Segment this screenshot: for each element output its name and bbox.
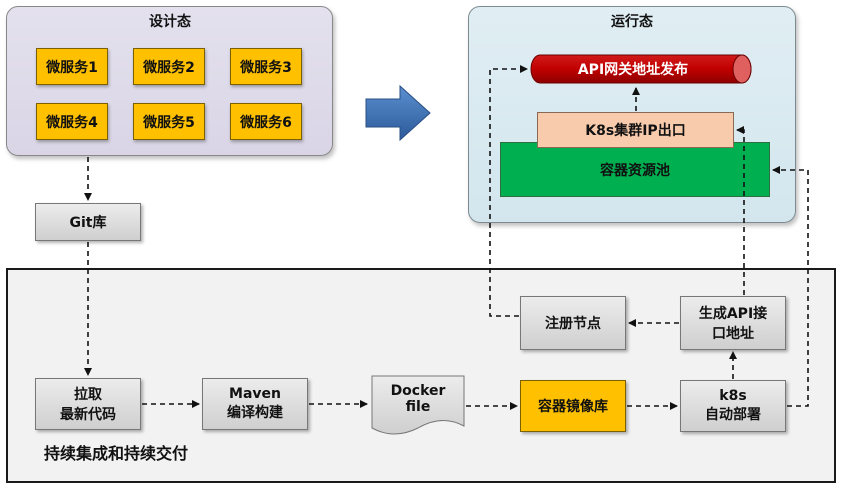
flow-connectors [84, 65, 809, 410]
connector-deploy-to-pool [772, 166, 809, 407]
connector-genapi-to-ipexit [736, 126, 745, 295]
connector-register-to-gateway [489, 65, 528, 317]
